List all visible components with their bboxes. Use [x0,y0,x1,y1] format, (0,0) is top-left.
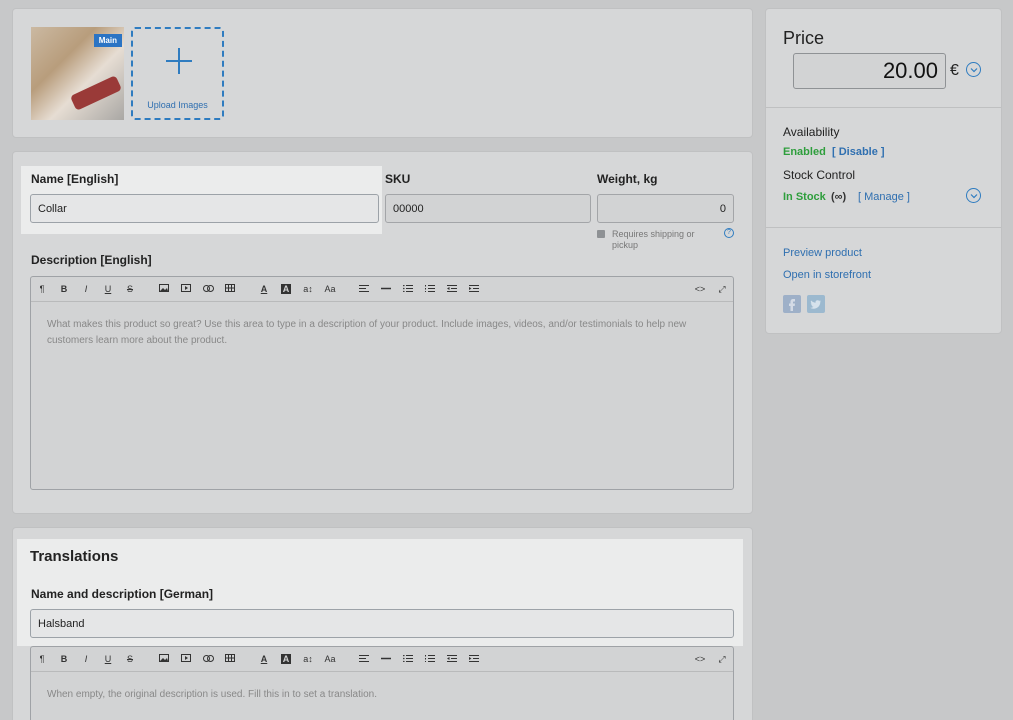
currency-label: € [950,62,959,79]
manage-stock-link[interactable]: [ Manage ] [858,191,910,203]
bullet-list-icon[interactable] [397,284,419,294]
link-icon[interactable] [197,654,219,664]
image-icon[interactable] [153,654,175,664]
stock-control-label: Stock Control [783,168,856,182]
translation-name-input[interactable]: Halsband [30,609,734,638]
weight-label: Weight, kg [597,172,658,186]
main-badge: Main [93,34,122,47]
description-toolbar: ¶ B I U S A A a↕ Aa <> ⤢ [31,277,733,302]
weight-value: 0 [719,202,726,215]
preview-product-link[interactable]: Preview product [783,247,862,259]
background-color-icon[interactable]: A [275,284,297,294]
code-view-icon[interactable]: <> [689,654,711,664]
sku-input[interactable]: 00000 [385,194,591,223]
translation-toolbar: ¶ B I U S A A a↕ Aa <> ⤢ [31,647,733,672]
numbered-list-icon[interactable] [419,284,441,294]
align-icon[interactable] [353,284,375,294]
code-view-icon[interactable]: <> [689,284,711,294]
description-editor[interactable]: ¶ B I U S A A a↕ Aa <> ⤢ What makes this… [30,276,734,490]
video-icon[interactable] [175,284,197,294]
price-value: 20.00 [882,58,938,83]
align-icon[interactable] [353,654,375,664]
bullet-list-icon[interactable] [397,654,419,664]
description-label: Description [English] [31,253,152,267]
stock-status: In Stock [783,191,826,203]
outdent-icon[interactable] [441,654,463,664]
bold-icon[interactable]: B [53,654,75,664]
horizontal-rule-icon[interactable] [375,654,397,664]
upload-images-label: Upload Images [147,100,208,110]
table-icon[interactable] [219,654,241,664]
dog-image-detail [69,75,123,111]
price-label: Price [783,28,825,48]
font-size-icon[interactable]: a↕ [297,654,319,664]
twitter-icon[interactable] [807,295,825,313]
image-icon[interactable] [153,284,175,294]
translation-label: Name and description [German] [31,587,214,601]
font-color-icon[interactable]: A [253,654,275,664]
sku-label: SKU [385,172,411,186]
sidebar-card: Price 20.00 € Availability Enabled [ Dis… [765,8,1002,334]
currency-dropdown-icon[interactable] [966,62,981,77]
images-card: Main Upload Images [12,8,753,138]
translations-title: Translations [30,548,119,565]
availability-label: Availability [783,125,840,139]
description-placeholder: What makes this product so great? Use th… [47,319,687,346]
disable-link[interactable]: [ Disable ] [832,146,885,158]
numbered-list-icon[interactable] [419,654,441,664]
shipping-note: Requires shipping or pickup [612,229,695,250]
fullscreen-icon[interactable]: ⤢ [711,284,733,295]
upload-images-button[interactable]: Upload Images [131,27,224,120]
translation-description-editor[interactable]: ¶ B I U S A A a↕ Aa <> ⤢ When empty, the… [30,646,734,720]
paragraph-icon[interactable]: ¶ [31,284,53,294]
video-icon[interactable] [175,654,197,664]
background-color-icon[interactable]: A [275,654,297,664]
bold-icon[interactable]: B [53,284,75,294]
fullscreen-icon[interactable]: ⤢ [711,654,733,665]
font-case-icon[interactable]: Aa [319,284,341,294]
divider [766,227,1001,228]
strikethrough-icon[interactable]: S [119,654,141,664]
horizontal-rule-icon[interactable] [375,284,397,294]
strikethrough-icon[interactable]: S [119,284,141,294]
font-size-icon[interactable]: a↕ [297,284,319,294]
name-label: Name [English] [31,172,119,186]
italic-icon[interactable]: I [75,654,97,664]
open-storefront-link[interactable]: Open in storefront [783,269,871,281]
underline-icon[interactable]: U [97,654,119,664]
background-color-glyph: A [280,654,292,664]
italic-icon[interactable]: I [75,284,97,294]
translation-description-placeholder: When empty, the original description is … [47,689,377,700]
facebook-icon[interactable] [783,295,801,313]
weight-input[interactable]: 0 [597,194,734,223]
font-color-icon[interactable]: A [253,284,275,294]
help-icon-glyph: ? [727,229,731,236]
underline-icon[interactable]: U [97,284,119,294]
name-input[interactable]: Collar [30,194,379,223]
price-input[interactable]: 20.00 [793,53,946,89]
indent-icon[interactable] [463,654,485,664]
shipping-checkbox[interactable] [597,230,605,238]
background-color-glyph: A [280,284,292,294]
divider [766,107,1001,108]
stock-dropdown-icon[interactable] [966,188,981,203]
product-image-thumbnail[interactable]: Main [31,27,124,120]
font-case-icon[interactable]: Aa [319,654,341,664]
paragraph-icon[interactable]: ¶ [31,654,53,664]
plus-icon [166,48,192,74]
table-icon[interactable] [219,284,241,294]
outdent-icon[interactable] [441,284,463,294]
link-icon[interactable] [197,284,219,294]
indent-icon[interactable] [463,284,485,294]
availability-status: Enabled [783,146,826,158]
stock-quantity: (∞) [831,191,847,203]
help-icon[interactable]: ? [724,228,734,238]
